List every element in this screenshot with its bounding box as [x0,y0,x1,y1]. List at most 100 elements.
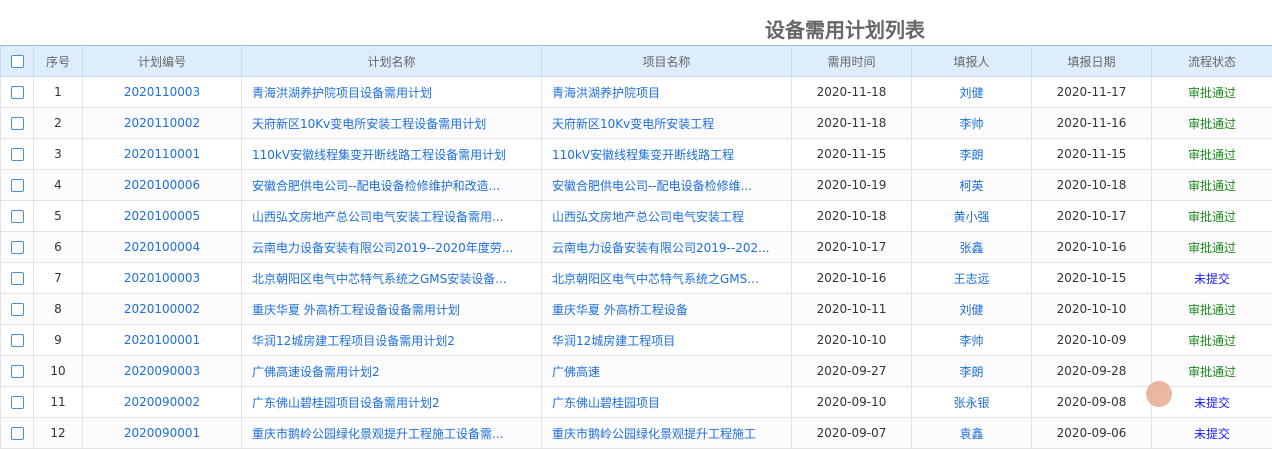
plan-name-link[interactable]: 天府新区10Kv变电所安装工程设备需用计划 [242,108,542,139]
row-checkbox[interactable] [1,77,34,108]
project-name-link[interactable]: 青海洪湖养护院项目 [542,77,792,108]
plan-name-link[interactable]: 110kV安徽线程集变开断线路工程设备需用计划 [242,139,542,170]
header-report-date[interactable]: 填报日期 [1032,46,1152,77]
project-name-link[interactable]: 山西弘文房地产总公司电气安装工程 [542,201,792,232]
plan-code-link[interactable]: 2020100004 [83,232,242,263]
plan-name-link[interactable]: 云南电力设备安装有限公司2019--2020年度劳... [242,232,542,263]
project-name-link[interactable]: 安徽合肥供电公司--配电设备检修维... [542,170,792,201]
row-checkbox[interactable] [1,387,34,418]
plan-code-link[interactable]: 2020100001 [83,325,242,356]
status: 审批通过 [1152,294,1272,325]
plan-name-link[interactable]: 广东佛山碧桂园项目设备需用计划2 [242,387,542,418]
project-name-link[interactable]: 天府新区10Kv变电所安装工程 [542,108,792,139]
reporter-link[interactable]: 王志远 [912,263,1032,294]
table-row: 62020100004云南电力设备安装有限公司2019--2020年度劳...云… [1,232,1272,263]
status: 审批通过 [1152,77,1272,108]
need-time: 2020-10-18 [792,201,912,232]
reporter-link[interactable]: 张鑫 [912,232,1032,263]
seq: 6 [34,232,83,263]
reporter-link[interactable]: 李帅 [912,108,1032,139]
header-plan-name[interactable]: 计划名称 [242,46,542,77]
reporter-link[interactable]: 李帅 [912,325,1032,356]
reporter-link[interactable]: 李朗 [912,356,1032,387]
plan-name-link[interactable]: 安徽合肥供电公司--配电设备检修维护和改造... [242,170,542,201]
status: 审批通过 [1152,201,1272,232]
seq: 12 [34,418,83,449]
project-name-link[interactable]: 北京朝阳区电气中芯特气系统之GMS... [542,263,792,294]
status: 审批通过 [1152,108,1272,139]
seq: 8 [34,294,83,325]
header-seq[interactable]: 序号 [34,46,83,77]
status: 未提交 [1152,263,1272,294]
plan-name-link[interactable]: 山西弘文房地产总公司电气安装工程设备需用... [242,201,542,232]
project-name-link[interactable]: 重庆市鹅岭公园绿化景观提升工程施工 [542,418,792,449]
plan-table: 序号 计划编号 计划名称 项目名称 需用时间 填报人 填报日期 流程状态 120… [0,45,1272,449]
report-date: 2020-09-08 [1032,387,1152,418]
reporter-link[interactable]: 张永银 [912,387,1032,418]
plan-code-link[interactable]: 2020100005 [83,201,242,232]
need-time: 2020-09-10 [792,387,912,418]
project-name-link[interactable]: 华润12城房建工程项目 [542,325,792,356]
row-checkbox[interactable] [1,139,34,170]
seq: 9 [34,325,83,356]
plan-code-link[interactable]: 2020110001 [83,139,242,170]
reporter-link[interactable]: 黄小强 [912,201,1032,232]
plan-name-link[interactable]: 重庆市鹅岭公园绿化景观提升工程施工设备需... [242,418,542,449]
plan-name-link[interactable]: 重庆华夏 外高桥工程设备设备需用计划 [242,294,542,325]
reporter-link[interactable]: 李朗 [912,139,1032,170]
need-time: 2020-10-19 [792,170,912,201]
report-date: 2020-10-17 [1032,201,1152,232]
plan-code-link[interactable]: 2020100002 [83,294,242,325]
plan-code-link[interactable]: 2020090001 [83,418,242,449]
row-checkbox[interactable] [1,201,34,232]
table-row: 112020090002广东佛山碧桂园项目设备需用计划2广东佛山碧桂园项目202… [1,387,1272,418]
row-checkbox[interactable] [1,170,34,201]
row-checkbox[interactable] [1,356,34,387]
table-row: 52020100005山西弘文房地产总公司电气安装工程设备需用...山西弘文房地… [1,201,1272,232]
project-name-link[interactable]: 云南电力设备安装有限公司2019--202... [542,232,792,263]
header-code[interactable]: 计划编号 [83,46,242,77]
reporter-link[interactable]: 刘健 [912,294,1032,325]
table-row: 12020110003青海洪湖养护院项目设备需用计划青海洪湖养护院项目2020-… [1,77,1272,108]
project-name-link[interactable]: 广佛高速 [542,356,792,387]
project-name-link[interactable]: 110kV安徽线程集变开断线路工程 [542,139,792,170]
header-need-time[interactable]: 需用时间 [792,46,912,77]
plan-code-link[interactable]: 2020100003 [83,263,242,294]
row-checkbox[interactable] [1,108,34,139]
plan-name-link[interactable]: 广佛高速设备需用计划2 [242,356,542,387]
plan-code-link[interactable]: 2020090003 [83,356,242,387]
project-name-link[interactable]: 广东佛山碧桂园项目 [542,387,792,418]
plan-code-link[interactable]: 2020090002 [83,387,242,418]
select-all-checkbox[interactable] [1,46,34,77]
project-name-link[interactable]: 重庆华夏 外高桥工程设备 [542,294,792,325]
plan-name-link[interactable]: 北京朝阳区电气中芯特气系统之GMS安装设备... [242,263,542,294]
table-row: 92020100001华润12城房建工程项目设备需用计划2华润12城房建工程项目… [1,325,1272,356]
row-checkbox[interactable] [1,232,34,263]
row-checkbox[interactable] [1,294,34,325]
reporter-link[interactable]: 刘健 [912,77,1032,108]
plan-name-link[interactable]: 青海洪湖养护院项目设备需用计划 [242,77,542,108]
reporter-link[interactable]: 柯英 [912,170,1032,201]
seq: 5 [34,201,83,232]
plan-code-link[interactable]: 2020110003 [83,77,242,108]
reporter-link[interactable]: 袁鑫 [912,418,1032,449]
need-time: 2020-11-15 [792,139,912,170]
header-reporter[interactable]: 填报人 [912,46,1032,77]
table-row: 22020110002天府新区10Kv变电所安装工程设备需用计划天府新区10Kv… [1,108,1272,139]
table-row: 102020090003广佛高速设备需用计划2广佛高速2020-09-27李朗2… [1,356,1272,387]
row-checkbox[interactable] [1,325,34,356]
status: 未提交 [1152,387,1272,418]
report-date: 2020-10-16 [1032,232,1152,263]
header-project-name[interactable]: 项目名称 [542,46,792,77]
row-checkbox[interactable] [1,418,34,449]
plan-code-link[interactable]: 2020110002 [83,108,242,139]
need-time: 2020-10-17 [792,232,912,263]
header-status[interactable]: 流程状态 [1152,46,1272,77]
plan-name-link[interactable]: 华润12城房建工程项目设备需用计划2 [242,325,542,356]
report-date: 2020-10-09 [1032,325,1152,356]
seq: 4 [34,170,83,201]
plan-code-link[interactable]: 2020100006 [83,170,242,201]
table-row: 42020100006安徽合肥供电公司--配电设备检修维护和改造...安徽合肥供… [1,170,1272,201]
report-date: 2020-10-15 [1032,263,1152,294]
row-checkbox[interactable] [1,263,34,294]
